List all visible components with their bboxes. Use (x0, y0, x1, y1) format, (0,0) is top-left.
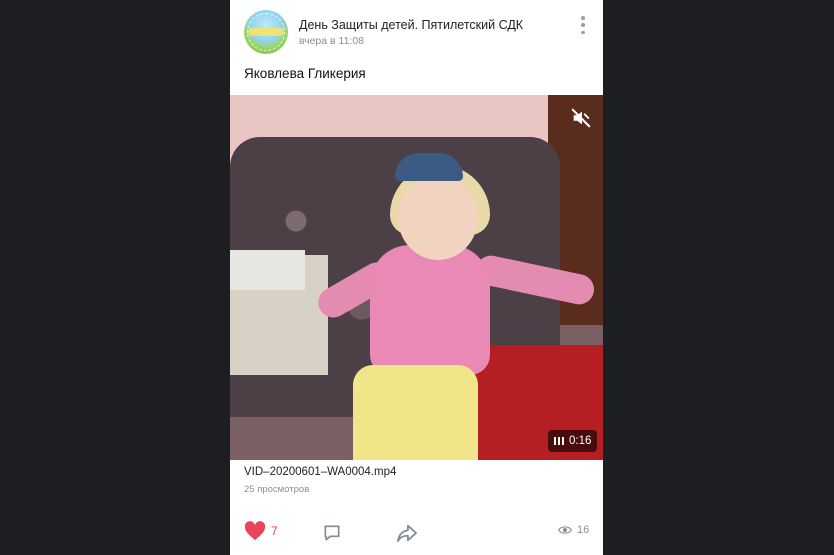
video-file-name[interactable]: VID–20200601–WA0004.mp4 (244, 466, 396, 478)
video-frame-skirt (353, 365, 478, 460)
like-count: 7 (271, 524, 278, 538)
eye-icon (558, 526, 572, 534)
post-time: вчера в 11:08 (299, 35, 365, 47)
video-frame-books (230, 250, 305, 290)
more-vertical-icon[interactable] (576, 14, 590, 36)
views-count: 16 (577, 524, 590, 536)
heart-icon (244, 521, 266, 541)
comment-button[interactable] (322, 523, 342, 548)
like-button[interactable]: 7 (244, 521, 278, 541)
video-views-label: 25 просмотров (244, 484, 310, 495)
group-name-link[interactable]: День Защиты детей. Пятилетский СДК (299, 18, 523, 32)
group-avatar[interactable] (244, 10, 288, 54)
post-header: День Защиты детей. Пятилетский СДК вчера… (230, 0, 603, 60)
video-frame-face (398, 175, 478, 260)
views-indicator: 16 (558, 524, 589, 536)
share-button[interactable] (396, 523, 418, 548)
post-card: День Защиты детей. Пятилетский СДК вчера… (230, 0, 603, 555)
video-duration-badge[interactable]: 0:16 (548, 430, 598, 452)
avatar-band (248, 28, 284, 36)
share-icon (396, 524, 417, 543)
video-frame-cap (395, 153, 463, 181)
video-duration: 0:16 (569, 435, 592, 447)
mute-icon[interactable] (570, 107, 592, 129)
post-actions: 7 16 (230, 515, 603, 551)
post-text: Яковлева Гликерия (244, 66, 366, 81)
pause-icon (554, 437, 564, 445)
video-frame-child (370, 245, 490, 375)
comment-icon (324, 525, 340, 541)
video-player[interactable]: 0:16 (230, 95, 603, 460)
